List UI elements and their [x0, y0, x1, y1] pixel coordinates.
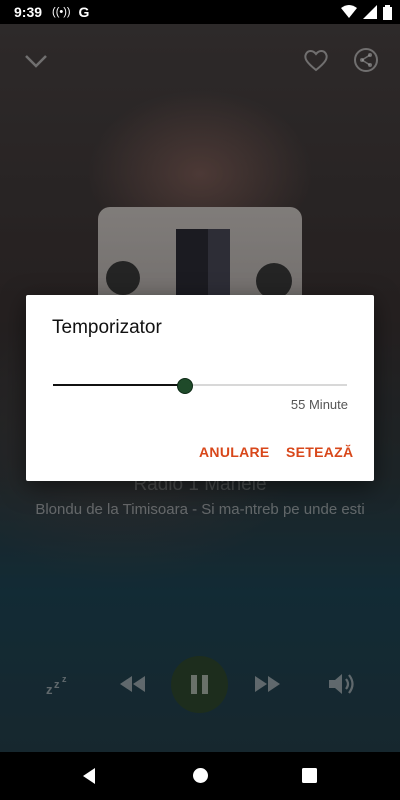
navigation-bar	[0, 752, 400, 800]
wifi-icon	[341, 5, 357, 18]
timer-slider-track[interactable]	[53, 378, 347, 394]
status-time: 9:39	[14, 4, 43, 20]
g-notification-icon: G	[78, 4, 90, 20]
hotspot-icon: ((•))	[52, 6, 71, 18]
minutes-label: 55 Minute	[290, 397, 348, 412]
battery-icon	[383, 4, 392, 20]
back-icon[interactable]	[80, 767, 98, 785]
home-icon[interactable]	[192, 767, 209, 784]
sleep-timer-dialog: Temporizator 55 Minute ANULARE SETEAZĂ	[26, 295, 374, 481]
timer-slider-fill	[53, 384, 186, 386]
signal-icon	[363, 5, 377, 19]
dialog-title: Temporizator	[52, 317, 162, 338]
recents-icon[interactable]	[302, 768, 317, 783]
cancel-button[interactable]: ANULARE	[199, 444, 270, 460]
set-button[interactable]: SETEAZĂ	[286, 444, 353, 460]
timer-slider-thumb[interactable]	[177, 378, 194, 394]
status-bar: 9:39 ((•)) G	[0, 0, 400, 24]
